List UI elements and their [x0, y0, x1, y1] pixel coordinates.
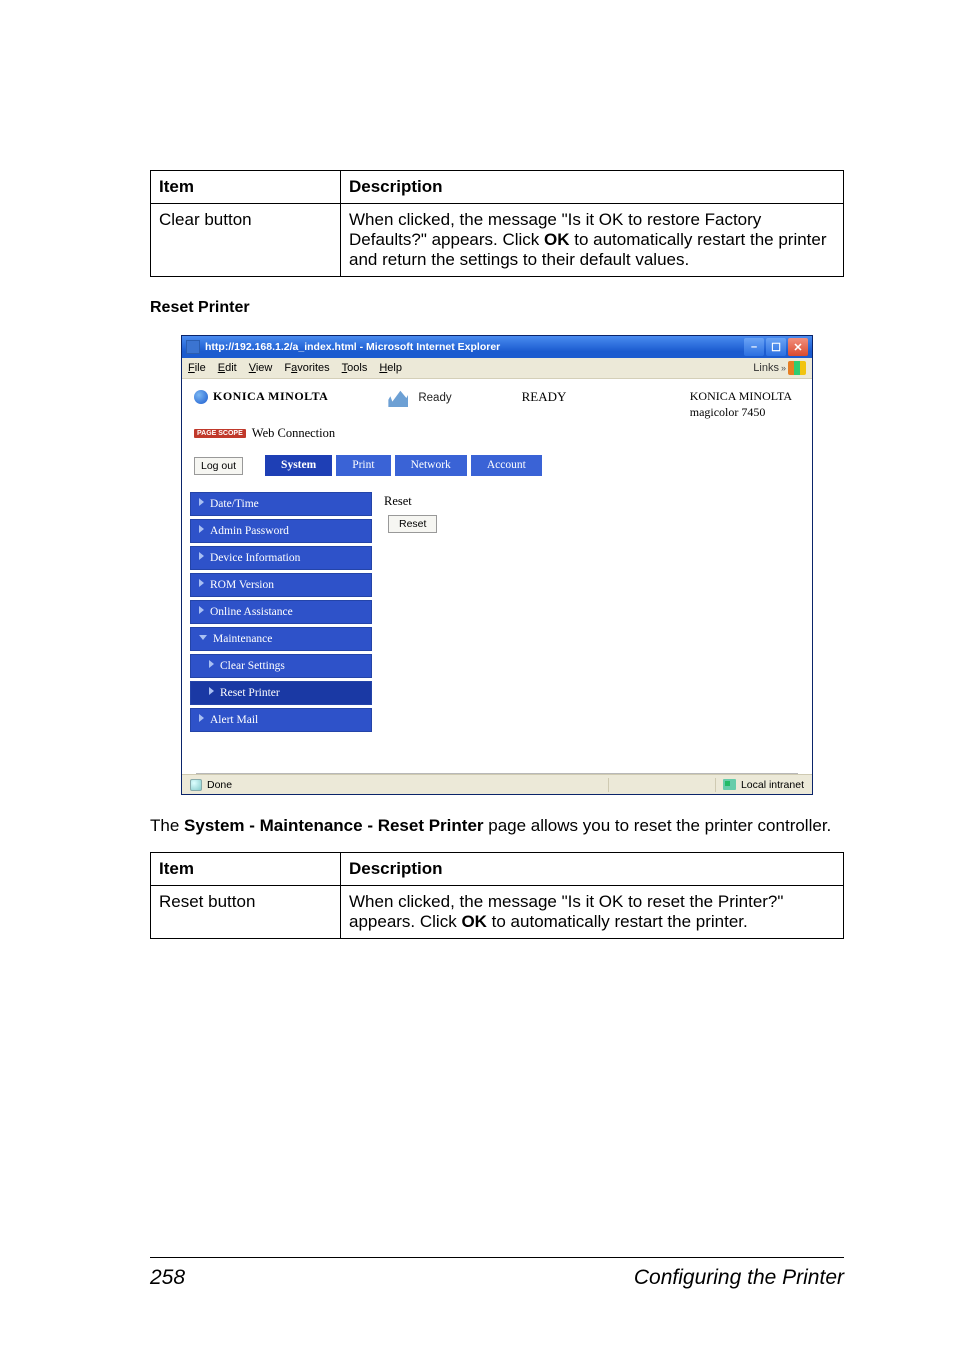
td-item: Reset button — [151, 886, 341, 939]
ie-statusbar: Done Local intranet — [182, 774, 812, 794]
menu-edit[interactable]: Edit — [218, 362, 237, 374]
menu-file[interactable]: File — [188, 362, 206, 374]
menu-help[interactable]: Help — [379, 362, 402, 374]
ie-content: KONICA MINOLTA Ready READY KONICA MINOLT… — [182, 379, 812, 774]
body-paragraph: The System - Maintenance - Reset Printer… — [150, 815, 844, 838]
local-intranet-icon — [723, 779, 736, 790]
reset-button[interactable]: Reset — [388, 515, 437, 533]
statusbar-blank — [608, 778, 708, 792]
footer-title: Configuring the Printer — [634, 1266, 844, 1290]
brand-text: KONICA MINOLTA — [213, 389, 328, 404]
pagescope-badge: PAGE SCOPE — [194, 429, 246, 438]
section-heading-reset-printer: Reset Printer — [150, 299, 844, 317]
statusbar-sep — [715, 778, 716, 792]
minimize-button[interactable]: – — [744, 338, 764, 356]
td-desc: When clicked, the message "Is it OK to r… — [341, 886, 844, 939]
done-icon — [190, 779, 202, 791]
window-buttons: – ☐ ✕ — [744, 338, 808, 356]
webconnect-text: Web Connection — [252, 426, 335, 441]
table-clear-button: Item Description Clear button When click… — [150, 170, 844, 277]
content-pane: Reset Reset — [380, 486, 812, 743]
triangle-icon — [199, 579, 204, 587]
para-bold: System - Maintenance - Reset Printer — [184, 816, 483, 835]
ie-flag-icon — [788, 361, 806, 375]
sidebar-item-romver[interactable]: ROM Version — [190, 573, 372, 597]
ie-page-icon — [186, 340, 200, 354]
sidebar-item-alertmail[interactable]: Alert Mail — [190, 708, 372, 732]
table-reset-button: Item Description Reset button When click… — [150, 852, 844, 939]
td-item: Clear button — [151, 204, 341, 277]
links-area: Links » — [753, 361, 806, 375]
th-item: Item — [151, 171, 341, 204]
triangle-icon — [199, 525, 204, 533]
triangle-icon — [199, 498, 204, 506]
triangle-icon — [209, 660, 214, 668]
footer: 258 Configuring the Printer — [150, 1257, 844, 1290]
menu-tools[interactable]: Tools — [342, 362, 368, 374]
status-done-text: Done — [207, 779, 232, 791]
status-ready-big: READY — [522, 389, 567, 405]
th-desc: Description — [341, 171, 844, 204]
desc-post: to automatically restart the printer. — [487, 912, 748, 931]
sidebar-label: Date/Time — [210, 498, 259, 510]
logout-button[interactable]: Log out — [194, 457, 243, 475]
status-intranet-text: Local intranet — [741, 779, 804, 791]
links-chevron-icon[interactable]: » — [781, 363, 786, 373]
printer-status-icon — [388, 389, 408, 407]
sidebar-item-maintenance[interactable]: Maintenance — [190, 627, 372, 651]
tab-print[interactable]: Print — [336, 455, 390, 476]
status-ready-small: Ready — [418, 392, 451, 404]
sidebar-label: Alert Mail — [210, 714, 258, 726]
sidebar-label: Online Assistance — [210, 606, 293, 618]
tab-account[interactable]: Account — [471, 455, 542, 476]
close-button[interactable]: ✕ — [788, 338, 808, 356]
model-block: KONICA MINOLTA magicolor 7450 — [690, 389, 800, 420]
triangle-icon — [209, 687, 214, 695]
status-block: Ready — [388, 389, 451, 407]
tab-system[interactable]: System — [265, 455, 332, 476]
sidebar-item-devinfo[interactable]: Device Information — [190, 546, 372, 570]
para-pre: The — [150, 816, 184, 835]
maximize-button[interactable]: ☐ — [766, 338, 786, 356]
sidebar-label: Clear Settings — [220, 660, 285, 672]
ie-titlebar: http://192.168.1.2/a_index.html - Micros… — [182, 336, 812, 358]
th-desc: Description — [341, 853, 844, 886]
sidebar: Date/Time Admin Password Device Informat… — [182, 486, 380, 743]
page-number: 258 — [150, 1266, 185, 1290]
ie-menubar: File Edit View Favorites Tools Help Link… — [182, 358, 812, 379]
desc-bold: OK — [544, 230, 570, 249]
tabs: System Print Network Account — [265, 455, 542, 476]
menu-view[interactable]: View — [249, 362, 273, 374]
sidebar-item-reset-printer[interactable]: Reset Printer — [190, 681, 372, 705]
sidebar-label: Reset Printer — [220, 687, 280, 699]
links-label[interactable]: Links — [753, 362, 779, 374]
sidebar-label: Admin Password — [210, 525, 289, 537]
menu-favorites[interactable]: Favorites — [284, 362, 329, 374]
sidebar-item-datetime[interactable]: Date/Time — [190, 492, 372, 516]
triangle-icon — [199, 552, 204, 560]
tab-network[interactable]: Network — [395, 455, 467, 476]
ie-window: http://192.168.1.2/a_index.html - Micros… — [181, 335, 813, 795]
th-item: Item — [151, 853, 341, 886]
brand-globe-icon — [194, 390, 208, 404]
triangle-icon — [199, 714, 204, 722]
sidebar-label: Device Information — [210, 552, 300, 564]
footer-line — [150, 1257, 844, 1258]
desc-bold: OK — [461, 912, 487, 931]
pane-title: Reset — [384, 494, 800, 509]
sidebar-label: Maintenance — [213, 633, 272, 645]
sidebar-item-adminpw[interactable]: Admin Password — [190, 519, 372, 543]
triangle-icon — [199, 606, 204, 614]
sidebar-item-online[interactable]: Online Assistance — [190, 600, 372, 624]
sidebar-item-clear-settings[interactable]: Clear Settings — [190, 654, 372, 678]
td-desc: When clicked, the message "Is it OK to r… — [341, 204, 844, 277]
triangle-down-icon — [199, 635, 207, 640]
model-line2: magicolor 7450 — [690, 405, 792, 421]
para-post: page allows you to reset the printer con… — [484, 816, 832, 835]
sidebar-label: ROM Version — [210, 579, 274, 591]
ie-title-text: http://192.168.1.2/a_index.html - Micros… — [205, 341, 744, 353]
model-line1: KONICA MINOLTA — [690, 389, 792, 405]
brand-row: KONICA MINOLTA — [194, 389, 328, 404]
